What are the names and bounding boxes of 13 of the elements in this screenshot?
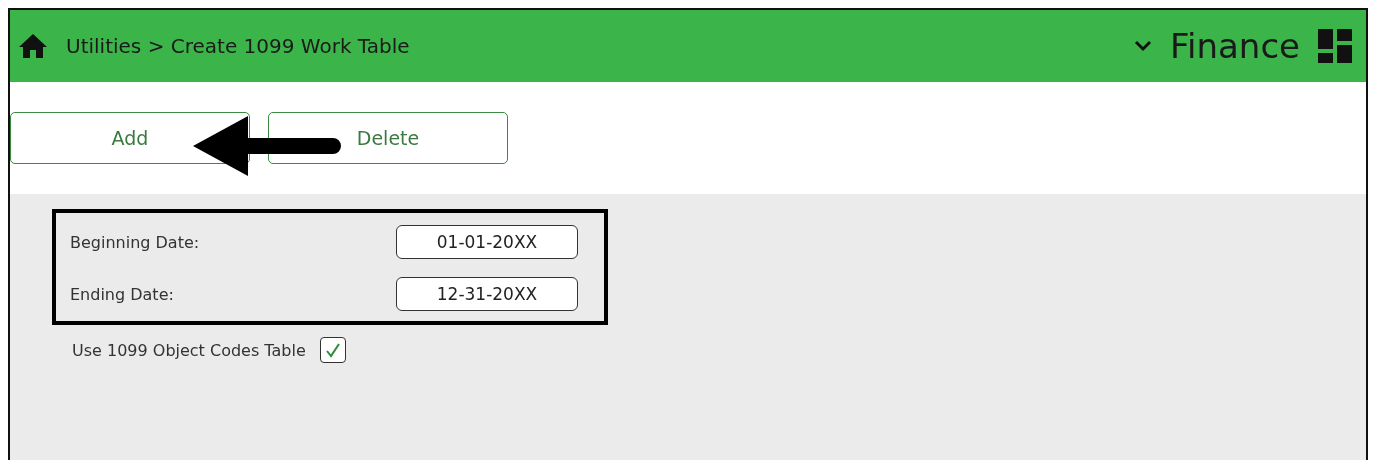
option-label: Use 1099 Object Codes Table	[72, 340, 306, 360]
chevron-down-icon[interactable]	[1133, 40, 1152, 52]
checkbox[interactable]	[319, 337, 346, 363]
date-field[interactable]: 12-31-20XX	[396, 277, 578, 311]
check-icon	[324, 342, 341, 358]
breadcrumb: Utilities > Create 1099 Work Table	[66, 34, 411, 58]
grid-icon[interactable]	[1318, 29, 1352, 63]
module-name[interactable]: Finance	[1169, 26, 1300, 66]
field-label: Ending Date:	[70, 284, 174, 304]
date-field[interactable]: 01-01-20XX	[396, 225, 578, 259]
home-icon[interactable]	[18, 33, 48, 59]
field-label: Beginning Date:	[70, 232, 200, 252]
action-button[interactable]: Delete	[268, 112, 508, 164]
